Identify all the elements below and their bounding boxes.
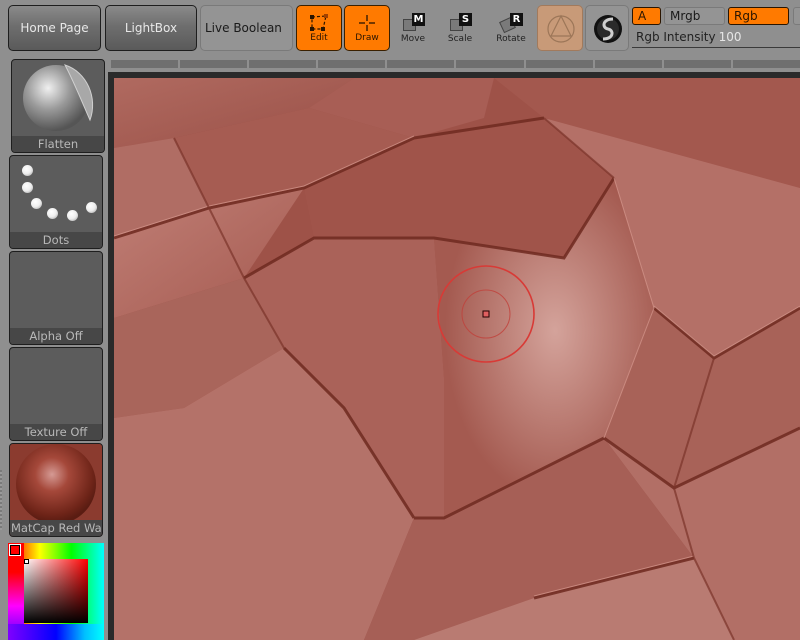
lightbox-label: LightBox xyxy=(124,21,178,35)
home-page-button[interactable]: Home Page xyxy=(8,5,101,51)
left-tray-divider xyxy=(0,470,2,530)
zbrush-window: Home Page LightBox Live Boolean Edit Dra… xyxy=(0,0,800,640)
rotate-button[interactable]: R Rotate xyxy=(488,5,534,51)
stroke-selector[interactable]: Dots xyxy=(9,155,103,249)
material-selector[interactable]: MatCap Red Wax xyxy=(9,443,103,537)
live-boolean-label: Live Boolean xyxy=(205,21,282,35)
saturation-value-square[interactable] xyxy=(24,559,88,623)
scale-label: Scale xyxy=(447,34,473,44)
sphere-wireframe-icon xyxy=(547,14,575,43)
s-curve-icon xyxy=(594,15,622,43)
brush-selector[interactable]: Flatten xyxy=(11,59,105,153)
rgb-intensity-value: 100 xyxy=(718,30,742,44)
canvas-top-ruler xyxy=(111,60,800,68)
rgb-intensity-slider[interactable]: Rgb Intensity 100 xyxy=(636,30,742,44)
move-shortcut-key: M xyxy=(412,13,425,26)
move-label: Move xyxy=(400,34,426,44)
scale-button[interactable]: S Scale xyxy=(437,5,483,51)
home-page-label: Home Page xyxy=(20,21,89,35)
brush-name: Flatten xyxy=(12,136,104,152)
edit-icon xyxy=(310,14,328,31)
mrgb-mode-toggle[interactable]: Mrgb xyxy=(664,7,725,25)
color-picker[interactable] xyxy=(8,543,104,640)
texture-selector[interactable]: Texture Off xyxy=(9,347,103,441)
rgb-mode-toggle[interactable]: Rgb xyxy=(728,7,789,25)
rotate-shortcut-key: R xyxy=(510,13,523,26)
rgb-intensity-label: Rgb Intensity xyxy=(636,30,716,44)
rgb-intensity-track xyxy=(632,47,800,48)
brush-cursor-icon xyxy=(437,265,535,363)
document-canvas[interactable] xyxy=(114,78,800,640)
live-boolean-button[interactable]: Live Boolean xyxy=(200,5,293,51)
m-mode-toggle[interactable]: M xyxy=(793,7,800,25)
material-name: MatCap Red Wax xyxy=(10,520,102,536)
stroke-name: Dots xyxy=(10,232,102,248)
hue-band-bottom xyxy=(8,624,104,640)
flatten-brush-icon xyxy=(23,64,94,131)
edit-label: Edit xyxy=(310,33,328,43)
scale-shortcut-key: S xyxy=(459,13,472,26)
matcap-red-wax-icon xyxy=(10,444,102,524)
draw-button[interactable]: Draw xyxy=(344,5,390,51)
alpha-name: Alpha Off xyxy=(10,328,102,344)
alpha-selector[interactable]: Alpha Off xyxy=(9,251,103,345)
move-button[interactable]: M Move xyxy=(390,5,436,51)
draw-label: Draw xyxy=(355,33,379,43)
symmetry-button[interactable] xyxy=(585,5,629,51)
a-mode-label: A xyxy=(638,9,647,23)
main-color-swatch[interactable] xyxy=(9,544,21,556)
mrgb-mode-label: Mrgb xyxy=(670,9,701,23)
texture-name: Texture Off xyxy=(10,424,102,440)
rotate-label: Rotate xyxy=(496,34,526,44)
edit-button[interactable]: Edit xyxy=(296,5,342,51)
draw-icon xyxy=(359,15,375,31)
rgb-mode-label: Rgb xyxy=(734,9,758,23)
a-mode-toggle[interactable]: A xyxy=(632,7,661,25)
lightbox-button[interactable]: LightBox xyxy=(105,5,197,51)
color-picker-cursor[interactable] xyxy=(24,559,29,564)
material-mode-button[interactable] xyxy=(537,5,583,51)
